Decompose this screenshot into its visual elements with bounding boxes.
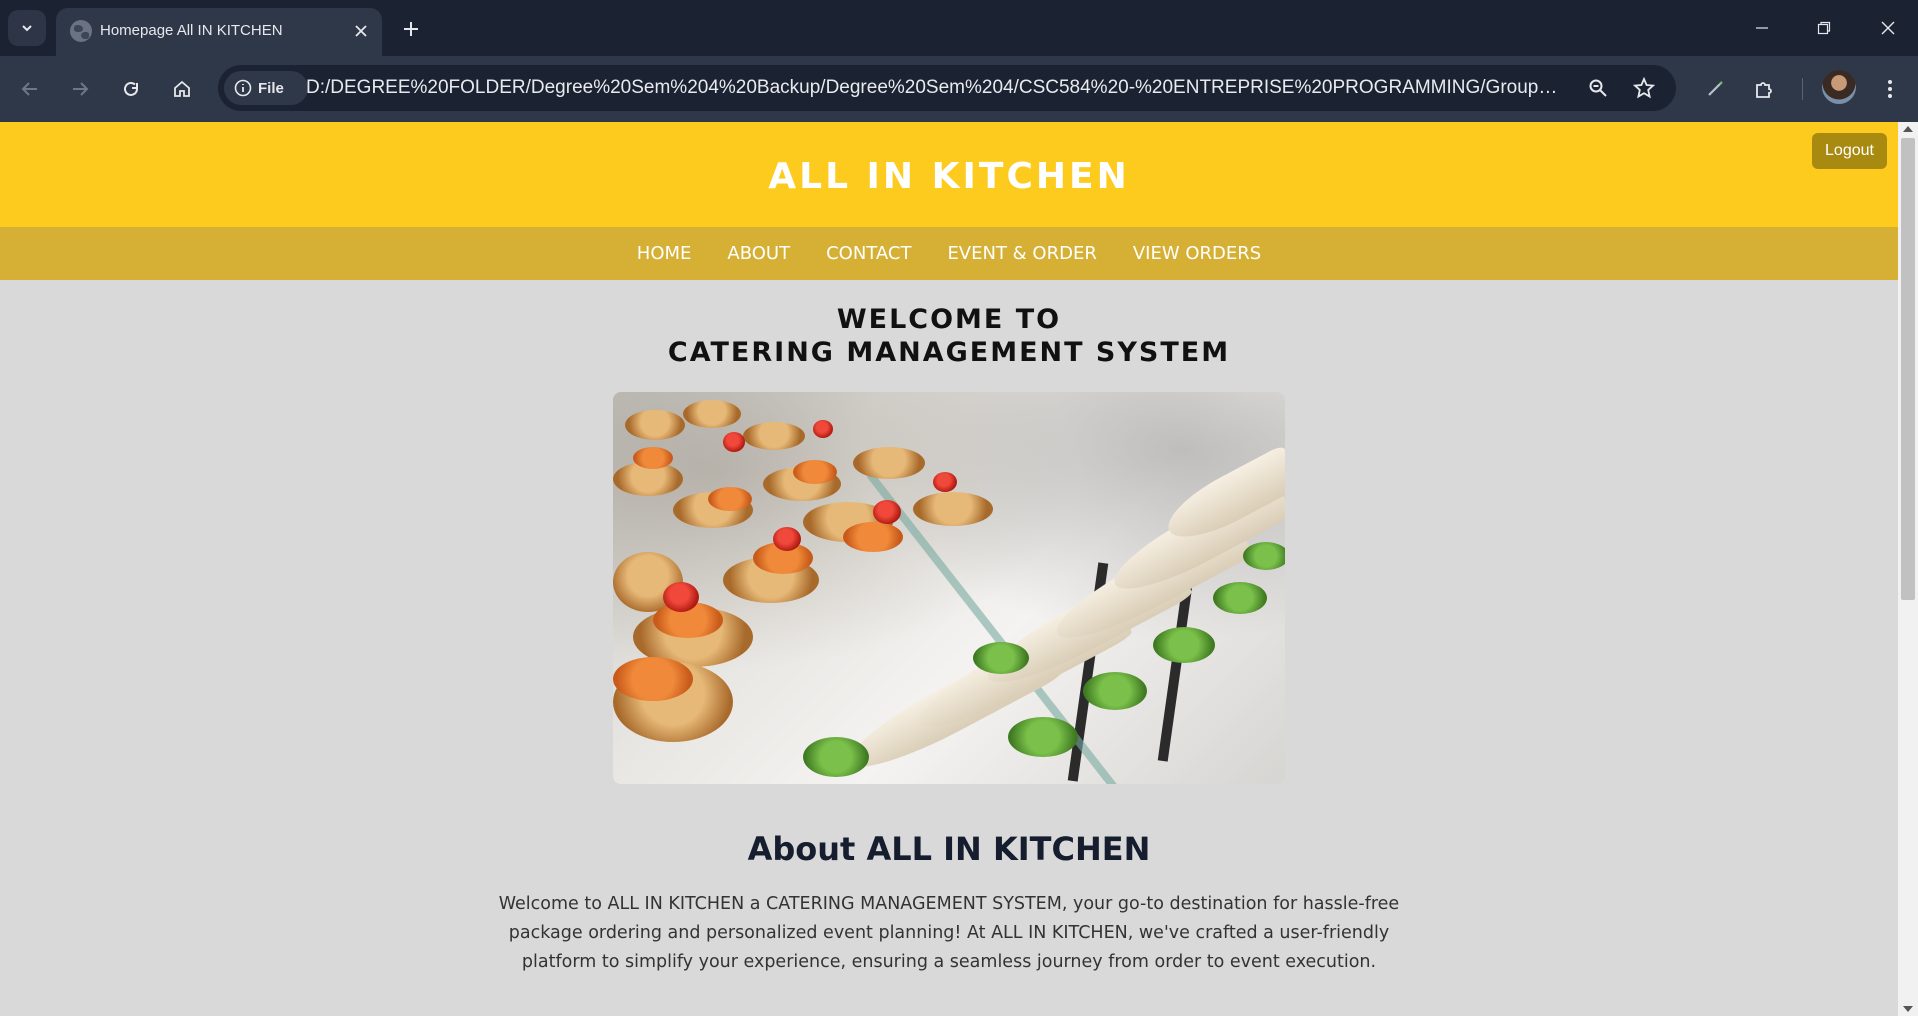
tomato (773, 527, 801, 551)
site-brand: ALL IN KITCHEN (768, 156, 1130, 197)
reload-icon (124, 81, 138, 96)
canape (913, 492, 993, 526)
nav-item-view-orders[interactable]: VIEW ORDERS (1115, 243, 1279, 264)
salmon-topping (793, 460, 837, 484)
salad-topping (1153, 627, 1215, 663)
salad-topping (1243, 542, 1285, 570)
tomato (873, 500, 901, 524)
salmon-topping (613, 657, 693, 701)
arrow-right-icon (73, 82, 89, 96)
nav-item-event-order[interactable]: EVENT & ORDER (929, 243, 1114, 264)
back-button[interactable] (12, 71, 48, 107)
address-bar[interactable]: File D:/DEGREE%20FOLDER/Degree%20Sem%204… (218, 65, 1676, 111)
home-icon (174, 80, 190, 97)
hero-image-catering-food (613, 392, 1285, 784)
scroll-up-arrow[interactable] (1903, 126, 1913, 132)
tomato (663, 582, 699, 612)
welcome-line-2: CATERING MANAGEMENT SYSTEM (667, 337, 1231, 368)
tab-title: Homepage All IN KITCHEN (100, 22, 283, 39)
site-chip-label: File (258, 79, 284, 97)
page-content: ALL IN KITCHEN Logout HOME ABOUT CONTACT… (0, 122, 1898, 1016)
close-icon (1881, 21, 1895, 35)
extensions-button[interactable] (1746, 71, 1782, 107)
salad-topping (1008, 717, 1078, 757)
page-scrollbar[interactable] (1898, 122, 1918, 1016)
browser-menu-button[interactable] (1872, 71, 1908, 107)
home-button[interactable] (164, 71, 200, 107)
puzzle-icon (1756, 82, 1772, 98)
chevron-down-icon (22, 25, 32, 32)
salad-topping (803, 737, 869, 777)
tomato (723, 432, 745, 452)
welcome-heading: WELCOME TO CATERING MANAGEMENT SYSTEM (0, 303, 1898, 369)
salad-topping (1213, 582, 1267, 614)
pen-icon (1708, 81, 1723, 96)
zoom-button[interactable] (1582, 72, 1614, 104)
star-icon (1633, 77, 1655, 99)
page-viewport: ALL IN KITCHEN Logout HOME ABOUT CONTACT… (0, 122, 1918, 1016)
nav-item-home[interactable]: HOME (619, 243, 710, 264)
tomato (933, 472, 957, 492)
canape (683, 400, 741, 428)
browser-tab-strip: Homepage All IN KITCHEN (0, 0, 1918, 56)
tomato (813, 420, 833, 438)
restore-button[interactable] (1802, 10, 1846, 46)
browser-toolbar: File D:/DEGREE%20FOLDER/Degree%20Sem%204… (0, 56, 1918, 122)
scroll-down-arrow[interactable] (1903, 1006, 1913, 1012)
close-window-button[interactable] (1866, 10, 1910, 46)
about-text: Welcome to ALL IN KITCHEN a CATERING MAN… (498, 894, 1400, 972)
scroll-thumb[interactable] (1901, 138, 1915, 600)
salmon-topping (708, 487, 752, 511)
restore-icon (1817, 21, 1831, 35)
minimize-icon (1756, 27, 1768, 29)
salad-topping (973, 642, 1029, 674)
salad-topping (1083, 672, 1147, 710)
canape (853, 447, 925, 479)
toolbar-separator (1802, 78, 1803, 100)
nav-item-contact[interactable]: CONTACT (808, 243, 929, 264)
globe-icon (70, 20, 92, 42)
nav-item-about[interactable]: ABOUT (709, 243, 808, 264)
canape (743, 422, 805, 450)
avatar[interactable] (1822, 70, 1856, 104)
reload-button[interactable] (113, 71, 149, 107)
minimize-button[interactable] (1740, 10, 1784, 46)
salmon-topping (843, 522, 903, 552)
zoom-icon (1589, 79, 1607, 97)
url-text[interactable]: D:/DEGREE%20FOLDER/Degree%20Sem%204%20Ba… (306, 77, 1564, 99)
new-tab-button[interactable] (394, 12, 428, 46)
site-header: ALL IN KITCHEN Logout (0, 122, 1898, 227)
about-title: About ALL IN KITCHEN (747, 830, 1151, 868)
logout-button[interactable]: Logout (1812, 133, 1887, 169)
close-icon[interactable] (350, 20, 372, 42)
tab-search-button[interactable] (8, 10, 46, 46)
forward-button[interactable] (62, 71, 98, 107)
plus-icon (404, 22, 418, 36)
more-vertical-icon (1888, 80, 1892, 98)
welcome-line-1: WELCOME TO (836, 304, 1062, 335)
canape (625, 410, 685, 440)
site-info-chip[interactable]: File (224, 71, 308, 105)
salmon-topping (633, 447, 673, 469)
browser-tab[interactable]: Homepage All IN KITCHEN (56, 8, 382, 56)
info-icon (234, 79, 252, 97)
main-nav: HOME ABOUT CONTACT EVENT & ORDER VIEW OR… (0, 227, 1898, 280)
bookmark-button[interactable] (1628, 72, 1660, 104)
arrow-left-icon (21, 82, 37, 96)
pen-button[interactable] (1697, 71, 1733, 107)
